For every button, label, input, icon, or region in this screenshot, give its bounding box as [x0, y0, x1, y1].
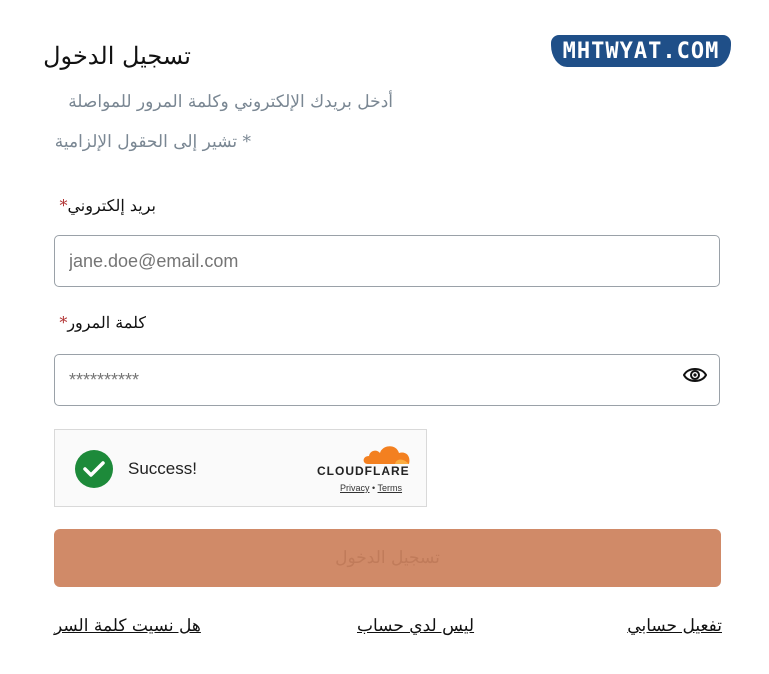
page-title: تسجيل الدخول: [43, 42, 191, 70]
password-field[interactable]: [54, 354, 720, 406]
link-separator: •: [372, 483, 376, 493]
success-check-icon: [75, 450, 113, 488]
password-label: كلمة المرور*: [59, 313, 146, 332]
privacy-link[interactable]: Privacy: [340, 483, 370, 493]
cloudflare-cloud-icon: [363, 446, 410, 464]
email-label-text: بريد إلكتروني: [67, 196, 156, 215]
show-password-icon[interactable]: [683, 364, 707, 386]
email-field[interactable]: [54, 235, 720, 287]
forgot-password-link[interactable]: هل نسيت كلمة السر: [54, 616, 201, 636]
required-fields-note: * تشير إلى الحقول الإلزامية: [54, 132, 251, 152]
site-logo[interactable]: MHTWYAT.COM: [551, 35, 731, 67]
captcha-status: Success!: [128, 459, 197, 478]
password-label-text: كلمة المرور: [67, 313, 146, 332]
email-label: بريد إلكتروني*: [59, 196, 156, 215]
cloudflare-captcha[interactable]: Success! CLOUDFLARE Privacy • Terms: [54, 429, 427, 507]
captcha-links: Privacy • Terms: [340, 483, 402, 493]
terms-link[interactable]: Terms: [378, 483, 403, 493]
login-button[interactable]: تسجيل الدخول: [54, 529, 721, 587]
cloudflare-brand: CLOUDFLARE: [317, 464, 410, 478]
page-subtitle: أدخل بريدك الإلكتروني وكلمة المرور للموا…: [68, 92, 393, 112]
activate-account-link[interactable]: تفعيل حسابي: [627, 616, 722, 636]
no-account-link[interactable]: ليس لدي حساب: [357, 616, 474, 636]
